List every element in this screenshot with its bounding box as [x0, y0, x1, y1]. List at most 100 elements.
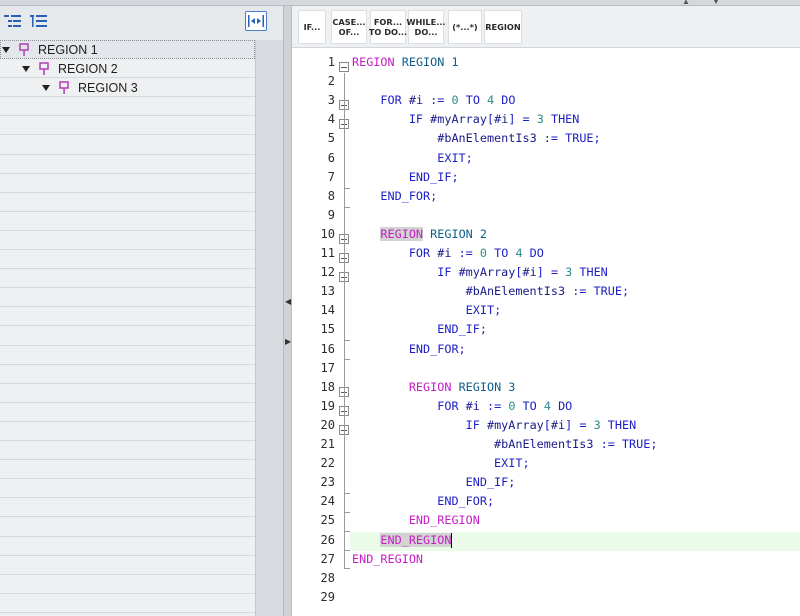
tree-scrollbar[interactable]	[255, 40, 283, 616]
tree-row	[0, 212, 255, 231]
expand-triangle-icon[interactable]	[42, 84, 50, 92]
line-number: 24	[320, 494, 335, 509]
expand-all-icon	[30, 15, 47, 27]
tree-row	[0, 307, 255, 327]
tree-rows: REGION 1 REGION 2 REGION 3	[0, 40, 283, 616]
snippet-comment-button[interactable]: (*...*)	[448, 10, 482, 44]
code-line[interactable]: #bAnElementIs3 := TRUE;	[352, 435, 657, 454]
code-text-area[interactable]: REGION REGION 1 FOR #i := 0 TO 4 DO IF #…	[352, 48, 800, 616]
tree-row	[0, 422, 255, 442]
fold-end	[344, 340, 350, 341]
tree-row	[0, 193, 255, 212]
line-number: 22	[320, 456, 335, 471]
sync-button[interactable]	[245, 11, 267, 31]
panel-splitter[interactable]: ◀ ▶	[283, 6, 292, 616]
fold-toggle-icon[interactable]	[339, 62, 349, 72]
code-line[interactable]: EXIT;	[352, 454, 530, 473]
fold-end	[344, 512, 350, 513]
expand-triangle-icon[interactable]	[2, 46, 10, 54]
tree-row	[0, 537, 255, 556]
line-number: 10	[320, 226, 335, 241]
expand-triangle-icon[interactable]	[22, 65, 30, 73]
expand-all-button[interactable]	[28, 11, 50, 31]
tree-row	[0, 327, 255, 346]
line-number: 25	[320, 513, 335, 528]
snippet-for-button[interactable]: FOR... TO DO...	[369, 10, 407, 44]
line-number: 6	[327, 150, 335, 165]
fold-end	[344, 188, 350, 189]
line-number: 12	[320, 265, 335, 280]
code-line[interactable]: #bAnElementIs3 := TRUE;	[352, 282, 629, 301]
tree-item-region-3[interactable]: REGION 3	[42, 78, 138, 97]
region-icon	[59, 80, 69, 94]
code-line[interactable]: END_REGION	[352, 511, 480, 530]
tree-row	[0, 136, 255, 155]
code-line[interactable]: END_FOR;	[352, 340, 466, 359]
tree-row	[0, 231, 255, 251]
collapse-left-icon[interactable]: ◀	[285, 298, 291, 306]
fold-end	[344, 359, 350, 360]
line-number: 5	[327, 131, 335, 146]
code-line[interactable]: FOR #i := 0 TO 4 DO	[352, 244, 544, 263]
code-line[interactable]: END_IF;	[352, 320, 487, 339]
fold-end	[344, 207, 350, 208]
code-line[interactable]: EXIT;	[352, 301, 502, 320]
line-number: 28	[320, 570, 335, 585]
line-number: 23	[320, 475, 335, 490]
line-number: 29	[320, 589, 335, 604]
tree-row	[0, 384, 255, 403]
line-number: 21	[320, 437, 335, 451]
code-line[interactable]: END_FOR;	[352, 492, 494, 511]
fold-end	[344, 568, 350, 569]
tree-row	[0, 250, 255, 270]
line-number: 27	[320, 551, 335, 566]
line-number: 16	[320, 341, 335, 356]
line-number-gutter: 1 2 3 4 5 6 7 8 9 10 11 12 13 14 15 16 17 18 19 20 21 22 23 24 2…	[292, 48, 338, 616]
tree-row	[0, 97, 255, 117]
code-line[interactable]: IF #myArray[#i] = 3 THEN	[352, 110, 580, 129]
collapse-all-button[interactable]	[2, 11, 24, 31]
region-tree-panel: REGION 1 REGION 2 REGION 3	[0, 6, 283, 616]
line-number: 8	[327, 188, 335, 203]
code-line[interactable]: IF #myArray[#i] = 3 THEN	[352, 416, 637, 435]
tree-row	[0, 441, 255, 461]
code-line[interactable]: EXIT;	[352, 149, 473, 168]
line-number: 19	[320, 398, 335, 413]
line-number: 14	[320, 303, 335, 318]
tree-row	[0, 556, 255, 575]
fold-end	[344, 550, 350, 551]
tree-item-label: REGION 3	[78, 80, 138, 95]
line-number: 1	[327, 55, 335, 69]
line-number: 13	[320, 284, 335, 299]
tree-item-label: REGION 1	[38, 42, 98, 57]
code-line[interactable]: END_IF;	[352, 473, 516, 492]
line-number: 20	[320, 417, 335, 432]
snippet-while-button[interactable]: WHILE... DO...	[406, 10, 446, 44]
snippet-region-button[interactable]: REGION	[484, 10, 522, 44]
tree-row	[0, 365, 255, 384]
fold-end	[344, 531, 350, 532]
code-line[interactable]: REGION REGION 2	[352, 225, 487, 244]
code-line[interactable]: FOR #i := 0 TO 4 DO	[352, 91, 515, 110]
code-line[interactable]: REGION REGION 1	[352, 53, 459, 72]
code-line[interactable]: END_REGION	[352, 550, 423, 569]
snippet-if-button[interactable]: IF...	[298, 10, 326, 44]
fold-end	[344, 493, 350, 494]
region-icon	[19, 42, 29, 56]
code-line[interactable]: FOR #i := 0 TO 4 DO	[352, 397, 572, 416]
code-line[interactable]: END_REGION	[352, 531, 453, 550]
code-line[interactable]: REGION REGION 3	[352, 378, 516, 397]
tree-item-region-2[interactable]: REGION 2	[22, 59, 118, 78]
tree-row	[0, 479, 255, 499]
code-line[interactable]: END_IF;	[352, 168, 459, 187]
line-number: 18	[320, 379, 335, 394]
tree-row	[0, 174, 255, 193]
expand-right-icon[interactable]: ▶	[285, 338, 291, 346]
snippet-case-button[interactable]: CASE... OF...	[331, 10, 367, 44]
code-line[interactable]: #bAnElementIs3 := TRUE;	[352, 129, 600, 148]
tree-item-region-1[interactable]: REGION 1	[2, 40, 98, 59]
tree-toolbar	[0, 6, 283, 40]
code-line[interactable]: END_FOR;	[352, 187, 437, 206]
code-line[interactable]: IF #myArray[#i] = 3 THEN	[352, 263, 608, 282]
code-editor: IF... CASE... OF... FOR... TO DO... WHIL…	[292, 6, 800, 616]
